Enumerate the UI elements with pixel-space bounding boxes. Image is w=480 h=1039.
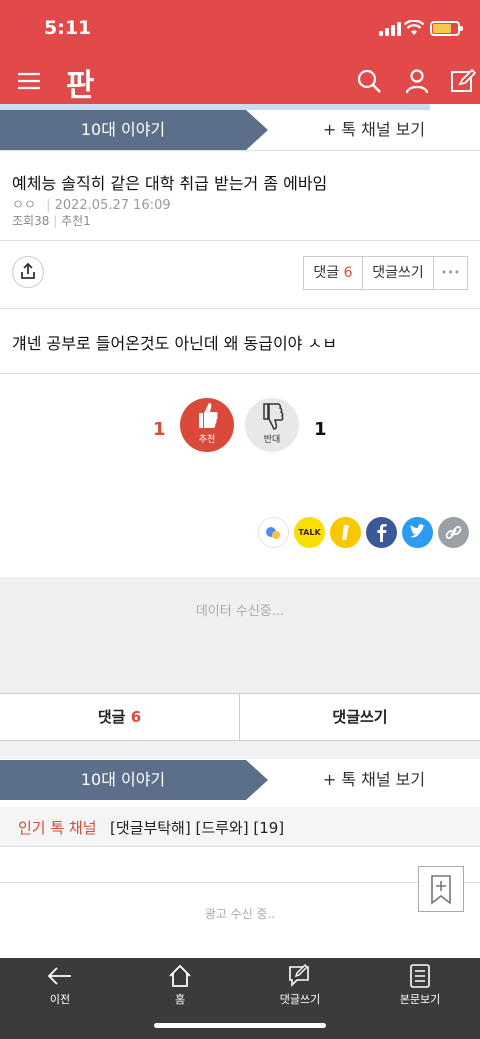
facebook-share-icon[interactable] bbox=[366, 517, 397, 548]
twitter-share-icon[interactable] bbox=[402, 517, 433, 548]
battery-icon bbox=[430, 21, 463, 36]
share-button[interactable] bbox=[12, 256, 44, 288]
post-author: ㅇㅇ bbox=[12, 198, 36, 213]
site-logo[interactable]: 판 bbox=[66, 60, 95, 105]
comment-write-icon bbox=[289, 964, 309, 987]
nav-back-button[interactable]: 이전 bbox=[0, 958, 120, 1008]
channel-current-label: 10대 이야기 bbox=[80, 770, 166, 789]
nav-view-body-button[interactable]: 본문보기 bbox=[360, 958, 480, 1008]
write-comment-bottom-button[interactable]: 댓글쓰기 bbox=[240, 694, 480, 740]
upvote-label: 추천 bbox=[198, 435, 216, 445]
recommend-count: 1 bbox=[83, 214, 91, 228]
popular-channel-links[interactable]: [댓글부탁해] [드루와] [19] bbox=[110, 817, 284, 838]
channel-more-link[interactable]: + 톡 채널 보기 bbox=[268, 110, 480, 150]
channel-more-link[interactable]: + 톡 채널 보기 bbox=[268, 760, 480, 800]
post-date: 2022.05.27 16:09 bbox=[54, 198, 171, 213]
more-options-button[interactable]: ••• bbox=[434, 257, 467, 289]
post-title: 예체능 솔직히 같은 대학 취급 받는거 좀 에바임 bbox=[12, 174, 328, 193]
views-count: 38 bbox=[34, 214, 50, 228]
menu-icon[interactable] bbox=[16, 68, 42, 94]
popular-label: 인기 톡 채널 bbox=[18, 819, 97, 837]
post-action-group: 댓글 6 댓글쓰기 ••• bbox=[303, 256, 468, 290]
bookmark-button[interactable] bbox=[418, 866, 464, 912]
nav-home-button[interactable]: 홈 bbox=[120, 958, 240, 1008]
upvote-count: 1 bbox=[153, 419, 166, 440]
document-icon bbox=[410, 964, 430, 988]
recommend-label: 추천 bbox=[61, 214, 84, 228]
data-loading-text: 데이터 수신중... bbox=[195, 604, 285, 619]
divider bbox=[0, 150, 480, 151]
post-body: 걔넨 공부로 들어온것도 아닌데 왜 동급이야 ㅅㅂ bbox=[12, 334, 337, 353]
divider bbox=[0, 373, 480, 374]
comment-label: 댓글 bbox=[313, 265, 340, 281]
divider bbox=[0, 308, 480, 309]
home-indicator bbox=[154, 1023, 326, 1028]
downvote-count: 1 bbox=[314, 419, 327, 440]
top-nav: 판 bbox=[0, 58, 480, 104]
nav-write-comment-button[interactable]: 댓글쓰기 bbox=[240, 958, 360, 1008]
bookmark-add-icon bbox=[431, 875, 451, 905]
kakaotalk-share-icon[interactable]: TALK bbox=[294, 517, 325, 548]
kakaostory-share-icon[interactable] bbox=[330, 517, 361, 548]
thumbs-up-icon bbox=[199, 403, 218, 428]
channel-nav-top: 10대 이야기 + 톡 채널 보기 bbox=[0, 110, 480, 150]
signal-icon bbox=[379, 22, 401, 36]
nav-back-label: 이전 bbox=[49, 993, 71, 1006]
popular-channels: 인기 톡 채널 [댓글부탁해] [드루와] [19] bbox=[0, 807, 480, 847]
divider bbox=[0, 882, 480, 883]
ad-loading-text: 광고 수신 중.. bbox=[204, 907, 276, 921]
nav-home-label: 홈 bbox=[174, 993, 186, 1006]
naver-share-icon[interactable] bbox=[258, 517, 289, 548]
comment-count: 6 bbox=[343, 265, 353, 281]
copy-link-icon[interactable] bbox=[438, 517, 469, 548]
status-time: 5:11 bbox=[44, 17, 92, 39]
kakao-label: TALK bbox=[298, 528, 321, 537]
comments-label: 댓글 bbox=[97, 708, 126, 726]
nav-view-body-label: 본문보기 bbox=[399, 993, 441, 1006]
comment-bar: 댓글 6 댓글쓰기 bbox=[0, 693, 480, 741]
nav-write-comment-label: 댓글쓰기 bbox=[279, 993, 321, 1006]
thumbs-down-icon bbox=[263, 403, 284, 430]
upvote-button[interactable]: 추천 bbox=[180, 398, 234, 452]
channel-current-label: 10대 이야기 bbox=[80, 120, 166, 139]
divider bbox=[0, 240, 480, 241]
comment-count-button[interactable]: 댓글 6 bbox=[304, 257, 363, 289]
downvote-button[interactable]: 반대 bbox=[245, 398, 299, 452]
status-bar: 5:11 bbox=[0, 0, 480, 58]
comments-button[interactable]: 댓글 6 bbox=[0, 694, 240, 740]
user-icon[interactable] bbox=[404, 68, 430, 94]
write-icon[interactable] bbox=[450, 68, 476, 94]
views-label: 조회 bbox=[12, 214, 35, 228]
data-loading-area: 데이터 수신중... bbox=[0, 577, 480, 693]
post-meta: ㅇㅇ | 2022.05.27 16:09 bbox=[12, 198, 171, 213]
downvote-label: 반대 bbox=[263, 435, 281, 445]
arrow-left-icon bbox=[48, 967, 71, 985]
channel-nav-bottom: 10대 이야기 + 톡 채널 보기 bbox=[0, 760, 480, 800]
comments-count: 6 bbox=[130, 708, 142, 726]
search-icon[interactable] bbox=[356, 68, 382, 94]
post-stats: 조회38 | 추천1 bbox=[12, 214, 91, 228]
section-separator bbox=[0, 741, 480, 759]
share-icon bbox=[21, 262, 35, 279]
wifi-icon bbox=[404, 20, 424, 35]
write-comment-button[interactable]: 댓글쓰기 bbox=[363, 257, 434, 289]
home-icon bbox=[169, 964, 191, 987]
